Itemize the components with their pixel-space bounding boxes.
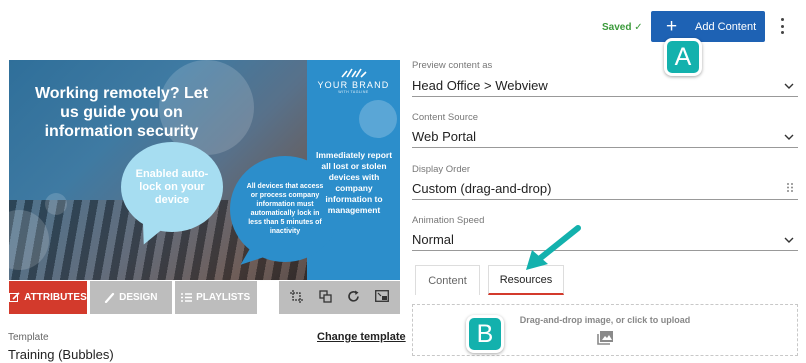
chevron-down-icon: [784, 131, 794, 143]
content-source-value: Web Portal: [412, 129, 477, 144]
speech-bubble-primary: Enabled auto-lock on your device: [121, 142, 223, 232]
animation-speed-select[interactable]: Normal: [412, 229, 798, 251]
brand-name: YOUR BRAND: [317, 80, 390, 90]
chevron-down-icon: [784, 80, 794, 92]
crop-icon[interactable]: [288, 289, 306, 306]
tab-playlists[interactable]: PLAYLISTS: [174, 281, 257, 314]
display-order-value: Custom (drag-and-drop): [412, 181, 552, 196]
more-options-icon[interactable]: [774, 16, 790, 36]
edit-icon: [9, 292, 20, 302]
tab-label: PLAYLISTS: [196, 292, 251, 303]
change-template-link[interactable]: Change template: [317, 331, 406, 343]
brand-panel-text: Immediately report all lost or stolen de…: [315, 150, 393, 215]
content-source-select[interactable]: Web Portal: [412, 126, 798, 148]
chevron-down-icon: [784, 234, 794, 246]
display-order-label: Display Order: [412, 164, 471, 175]
animation-speed-label: Animation Speed: [412, 215, 485, 226]
decorative-circle: [359, 100, 397, 138]
brand-mark-icon: [340, 68, 367, 78]
refresh-icon[interactable]: [344, 290, 362, 306]
display-order-select[interactable]: Custom (drag-and-drop): [412, 178, 798, 200]
picture-in-picture-icon[interactable]: [373, 290, 391, 305]
annotation-arrow-icon: [526, 225, 581, 270]
image-icon: [597, 331, 613, 345]
callout-badge-a: A: [664, 38, 702, 76]
template-label: Template: [8, 332, 49, 343]
layers-icon[interactable]: [316, 289, 334, 306]
dropzone-text: Drag-and-drop image, or click to upload: [519, 315, 691, 325]
preview-as-select[interactable]: Head Office > Webview: [412, 75, 798, 97]
preview-as-value: Head Office > Webview: [412, 78, 548, 93]
editor-tabs: ATTRIBUTES DESIGN PLAYLISTS: [9, 281, 400, 314]
tab-label: ATTRIBUTES: [24, 292, 87, 303]
add-content-button[interactable]: + Add Content: [651, 11, 765, 42]
tab-design[interactable]: DESIGN: [89, 281, 172, 314]
tab-attributes[interactable]: ATTRIBUTES: [9, 281, 87, 314]
brush-icon: [105, 292, 115, 303]
drag-handle-icon: [786, 182, 794, 196]
brand-logo: YOUR BRAND WITH TAGLINE: [312, 68, 395, 94]
callout-badge-b: B: [466, 315, 504, 353]
saved-status: Saved ✓: [602, 22, 643, 33]
preview-as-label: Preview content as: [412, 60, 493, 71]
content-source-label: Content Source: [412, 112, 479, 123]
animation-speed-value: Normal: [412, 232, 454, 247]
template-value: Training (Bubbles): [8, 347, 114, 362]
list-icon: [181, 293, 193, 302]
tab-label: DESIGN: [119, 292, 158, 303]
preview-toolbar: [278, 281, 400, 314]
plus-icon: +: [666, 16, 678, 37]
add-content-label: Add Content: [695, 20, 757, 33]
content-preview: Working remotely? Let us guide you on in…: [9, 60, 400, 280]
decorative-circle: [45, 193, 67, 215]
tab-content[interactable]: Content: [415, 265, 480, 295]
preview-headline: Working remotely? Let us guide you on in…: [34, 85, 209, 140]
brand-tagline: WITH TAGLINE: [338, 90, 369, 94]
